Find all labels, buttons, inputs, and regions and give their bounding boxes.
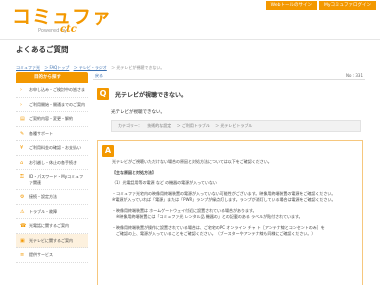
faq-number: No : 331 — [346, 73, 363, 78]
header-divider — [0, 39, 380, 40]
category-item[interactable]: ＞ ご利用トラブル — [177, 123, 210, 128]
question-badge: Q — [97, 88, 109, 100]
answer-badge: A — [102, 145, 114, 157]
yen-icon: ¥ — [20, 145, 24, 151]
sidebar-item-label: 各種サポート — [29, 130, 53, 136]
site-header: コミュファ Powered by ctc Webトールのサイン Myコミュファロ… — [0, 0, 380, 40]
sidebar-item-label: ご契約内容・変更・解約 — [29, 116, 73, 121]
faq-toolbar: 戻る No : 331 — [93, 72, 365, 80]
sidebar-heading: 目的から探す — [16, 72, 88, 83]
warning-icon: ⚠ — [20, 208, 25, 215]
breadcrumb: コミュファ光 ＞ FAQトップ ＞ テレビ・ラジオ ＞ 光テレビが視聴できない。 — [16, 65, 167, 71]
answer-box: A 光テレビがご視聴いただけない場合の原因と対処方法については以下をご確認くださ… — [97, 140, 363, 285]
phone-icon: ☎ — [20, 223, 27, 229]
category-label: カテゴリー： — [118, 123, 142, 128]
sidebar-item-label: ご利用料金の確認・お支払い — [29, 145, 81, 150]
page: コミュファ Powered by ctc Webトールのサイン Myコミュファロ… — [0, 0, 380, 285]
tool-icon: ✎ — [20, 130, 25, 137]
question-detail: 光テレビが視聴できない。 — [111, 110, 165, 115]
home-icon: ⌂ — [20, 159, 24, 166]
web-tool-button[interactable]: Webトールのサイン — [265, 1, 317, 10]
sidebar: 目的から探す › お申し込み・ご検討中の皆さま › ご利用開始・開通までのご案内 ▤… — [16, 72, 88, 263]
logo-ctc: ctc — [60, 24, 77, 35]
list-icon: ≡ — [20, 252, 25, 258]
logo[interactable]: コミュファ Powered by ctc — [12, 6, 112, 35]
category-path: カテゴリー： 技術的な設定 ＞ ご利用トラブル ＞ 光テレビトラブル — [111, 120, 361, 132]
arrow-icon: › — [20, 101, 22, 108]
sidebar-item-connection[interactable]: ⚙ 接続・設定方法 — [16, 190, 88, 205]
question-row: Q 光テレビが視聴できない。 — [93, 88, 365, 100]
category-item[interactable]: ＞ 光テレビトラブル — [215, 123, 252, 128]
document-icon: ▤ — [20, 116, 25, 122]
plug-icon: ⚙ — [20, 194, 25, 200]
sidebar-item-label: 光電話に関するご案内 — [29, 223, 69, 228]
sidebar-item-phone[interactable]: ☎ 光電話に関するご案内 — [16, 219, 88, 234]
breadcrumb-item[interactable]: ＞ テレビ・ラジオ — [74, 65, 107, 70]
sidebar-item-label: ご利用開始・開通までのご案内 — [29, 101, 85, 107]
breadcrumb-item[interactable]: ＞ FAQトップ — [44, 65, 69, 70]
breadcrumb-item[interactable]: コミュファ光 — [16, 65, 40, 70]
sidebar-item-label: お申し込み・ご検討中の皆さま — [29, 87, 85, 92]
header-buttons: Webトールのサイン Myコミュファログイン — [265, 1, 376, 10]
sidebar-item-label: トラブル・故障 — [29, 208, 57, 214]
answer-line: ※電源が入っていれば「電源」または「PWR」ランプが緑点灯します。ランプが消灯し… — [112, 197, 336, 202]
sidebar-item-trouble[interactable]: ⚠ トラブル・故障 — [16, 204, 88, 219]
sidebar-item-label: ID・パスワード・Myコミュファ関連 — [29, 174, 84, 185]
answer-body: 光テレビがご視聴いただけない場合の原因と対処方法については以下をご確認ください。… — [112, 159, 358, 238]
sidebar-item-support[interactable]: ✎ 各種サポート — [16, 126, 88, 141]
sidebar-item-services[interactable]: ≡ 提供サービス — [16, 248, 88, 263]
sidebar-item-apply[interactable]: › お申し込み・ご検討中の皆さま — [16, 83, 88, 98]
sidebar-item-contract[interactable]: ▤ ご契約内容・変更・解約 — [16, 112, 88, 127]
sidebar-item-label: 光テレビに関するご案内 — [29, 237, 73, 243]
key-icon: ⚿ — [20, 174, 24, 180]
sidebar-item-moving[interactable]: ⌂ お引越し・休止の各手続き — [16, 155, 88, 170]
sidebar-item-label: 提供サービス — [29, 252, 53, 257]
my-commufa-login-button[interactable]: Myコミュファログイン — [318, 1, 376, 10]
tv-icon: ▣ — [20, 237, 25, 244]
question-title: 光テレビが視聴できない。 — [115, 92, 188, 99]
arrow-icon: › — [20, 87, 22, 93]
sidebar-item-id-password[interactable]: ⚿ ID・パスワード・Myコミュファ関連 — [16, 170, 88, 190]
sidebar-item-start[interactable]: › ご利用開始・開通までのご案内 — [16, 97, 88, 112]
sidebar-item-tv[interactable]: ▣ 光テレビに関するご案内 — [16, 233, 88, 248]
sidebar-item-label: 接続・設定方法 — [29, 194, 57, 199]
faq-content: 戻る No : 331 Q 光テレビが視聴できない。 光テレビが視聴できない。 … — [93, 72, 365, 285]
sidebar-item-label: お引越し・休止の各手続き — [29, 159, 77, 165]
answer-line: ご確認の上、電源が入っていることをご確認ください。（ブースターやアンテナ線も同様… — [112, 231, 316, 236]
back-link[interactable]: 戻る — [95, 73, 103, 79]
page-title: よくあるご質問 — [16, 45, 69, 54]
sidebar-item-billing[interactable]: ¥ ご利用料金の確認・お支払い — [16, 141, 88, 156]
breadcrumb-item: ＞ 光テレビが視聴できない。 — [111, 65, 165, 70]
category-item[interactable]: 技術的な設定 — [147, 123, 171, 128]
